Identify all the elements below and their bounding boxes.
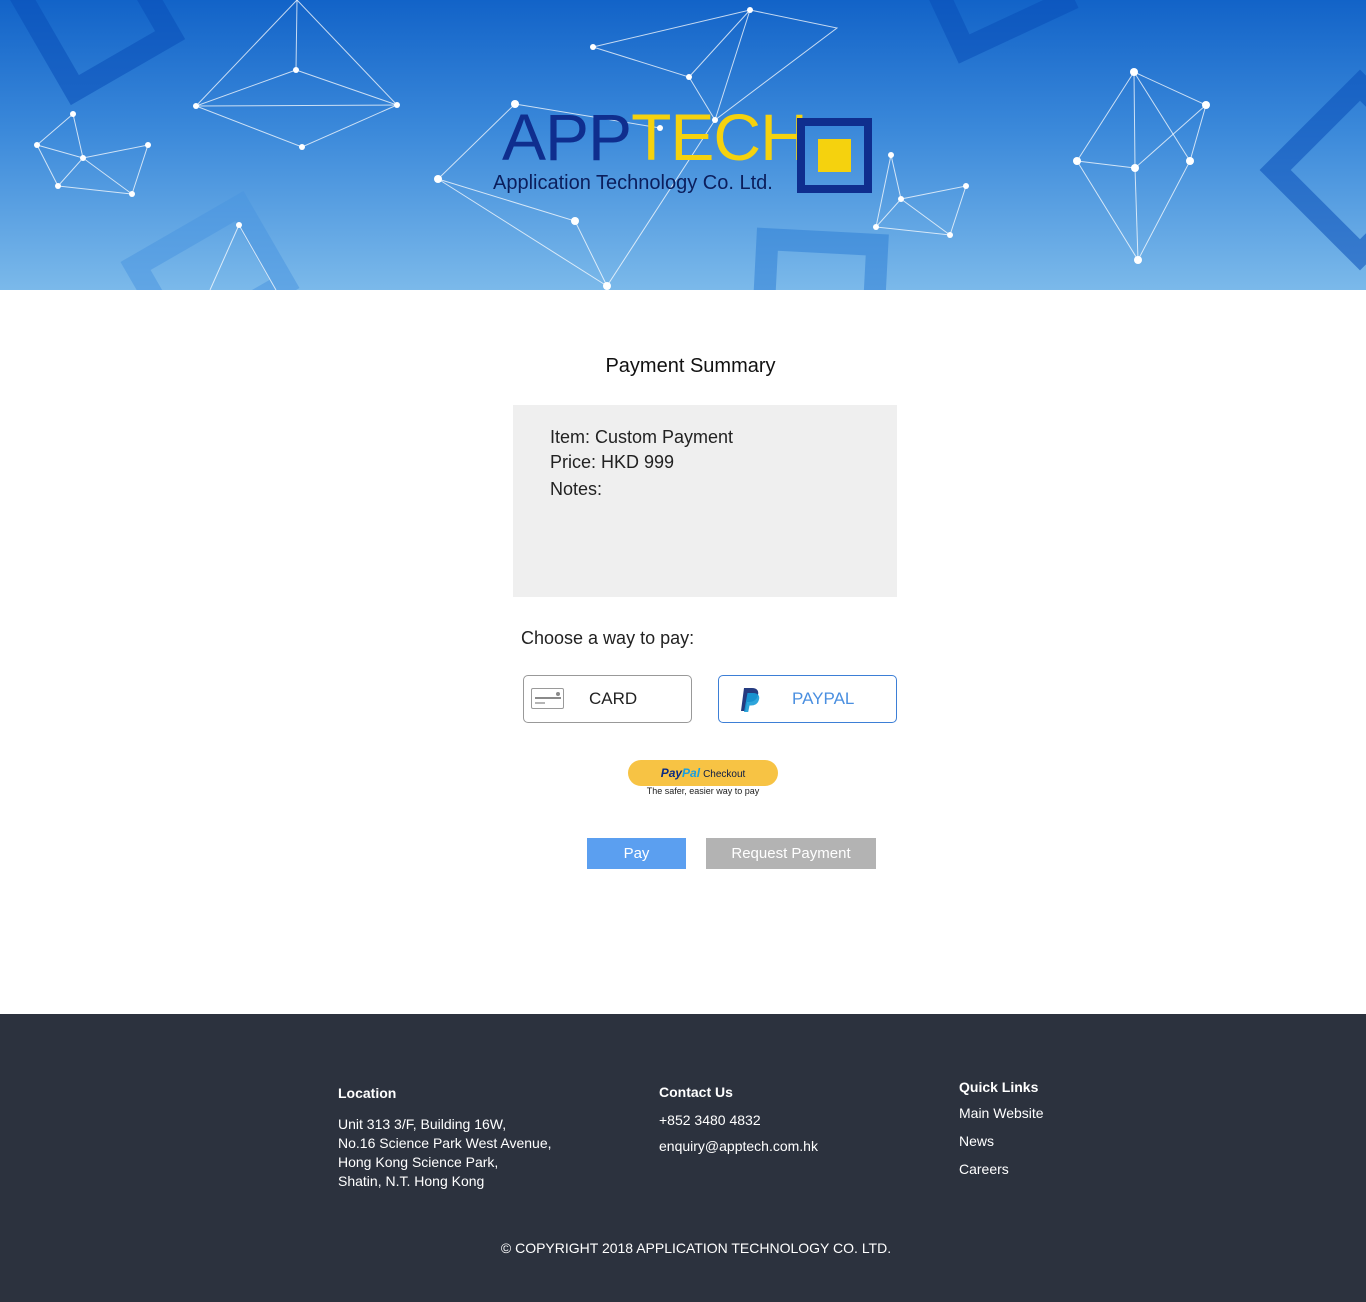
address-line: Hong Kong Science Park,	[338, 1154, 499, 1170]
pay-button[interactable]: Pay	[587, 838, 686, 869]
credit-card-icon	[531, 688, 564, 709]
pay-option-card[interactable]: CARD	[523, 675, 692, 723]
footer-address: Unit 313 3/F, Building 16W, No.16 Scienc…	[338, 1115, 552, 1191]
summary-panel: Item: Custom Payment Price: HKD 999 Note…	[513, 405, 897, 597]
pay-option-paypal-label: PAYPAL	[792, 689, 855, 708]
pay-option-paypal[interactable]: PAYPAL	[718, 675, 897, 723]
footer-link-careers[interactable]: Careers	[959, 1161, 1044, 1177]
logo-word-tech: TECH	[631, 100, 808, 174]
summary-price: Price: HKD 999	[550, 452, 675, 472]
paypal-checkout-button[interactable]: PayPal Checkout	[628, 760, 778, 786]
address-line: Unit 313 3/F, Building 16W,	[338, 1116, 507, 1132]
footer-email-link[interactable]: enquiry@apptech.com.hk	[659, 1138, 818, 1154]
logo-wordmark: APPTECH	[502, 104, 808, 170]
footer-quick-links-heading: Quick Links	[959, 1079, 1039, 1095]
footer-location: Location Unit 313 3/F, Building 16W, No.…	[338, 1085, 552, 1191]
paypal-brand-pay: Pay	[660, 766, 683, 780]
choose-payment-label: Choose a way to pay:	[521, 628, 695, 648]
footer-contact-heading: Contact Us	[659, 1084, 733, 1100]
payment-summary-title: Payment Summary	[605, 355, 776, 377]
footer-phone-link[interactable]: +852 3480 4832	[659, 1112, 818, 1128]
logo-square-icon	[797, 118, 872, 193]
paypal-icon	[741, 688, 760, 712]
address-line: Shatin, N.T. Hong Kong	[338, 1173, 485, 1189]
summary-notes: Notes:	[550, 479, 603, 499]
address-line: No.16 Science Park West Avenue,	[338, 1135, 552, 1151]
paypal-tagline: The safer, easier way to pay	[646, 786, 760, 796]
paypal-checkout-text: Checkout	[703, 769, 746, 780]
summary-item: Item: Custom Payment	[550, 427, 734, 447]
apptech-logo[interactable]: APPTECH Application Technology Co. Ltd.	[492, 104, 874, 198]
paypal-brand-pal: Pal	[682, 766, 701, 780]
pay-option-card-label: CARD	[589, 689, 638, 708]
footer-contact: Contact Us +852 3480 4832 enquiry@apptec…	[659, 1084, 818, 1154]
footer-link-news[interactable]: News	[959, 1133, 1044, 1149]
footer-link-main-website[interactable]: Main Website	[959, 1105, 1044, 1121]
logo-subtitle: Application Technology Co. Ltd.	[493, 172, 773, 194]
copyright-notice: © COPYRIGHT 2018 APPLICATION TECHNOLOGY …	[500, 1240, 892, 1256]
site-footer: Location Unit 313 3/F, Building 16W, No.…	[0, 1014, 1366, 1302]
request-payment-button[interactable]: Request Payment	[706, 838, 876, 869]
footer-quick-links: Quick Links Main Website News Careers	[959, 1079, 1044, 1177]
logo-word-app: APP	[502, 100, 632, 174]
footer-location-heading: Location	[338, 1085, 397, 1101]
hero-banner: APPTECH Application Technology Co. Ltd.	[0, 0, 1366, 290]
